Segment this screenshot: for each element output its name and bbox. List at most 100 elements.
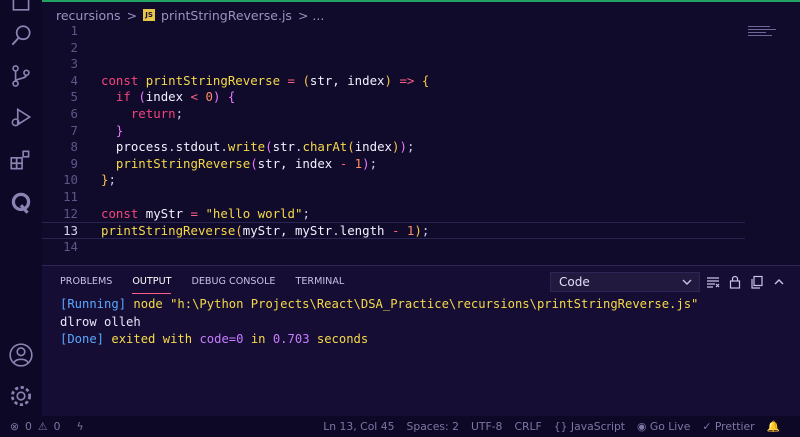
code-line: 5 if (index < 0) { bbox=[42, 89, 800, 106]
line-number: 5 bbox=[70, 89, 78, 105]
top-accent-bar bbox=[42, 0, 800, 2]
breadcrumb: recursions > JS printStringReverse.js > … bbox=[56, 6, 324, 24]
activity-bar: 1 bbox=[0, 0, 42, 416]
code-line: 6 return; bbox=[42, 106, 800, 123]
output-panel: PROBLEMS OUTPUT DEBUG CONSOLE TERMINAL C… bbox=[42, 265, 800, 416]
code-line: 9 printStringReverse(str, index - 1); bbox=[42, 156, 800, 173]
tab-output[interactable]: OUTPUT bbox=[132, 276, 172, 294]
elapsed-time: 0.703 bbox=[272, 332, 310, 346]
code-line-current: 13 printStringReverse(myStr, myStr.length… bbox=[42, 222, 745, 239]
status-bar: ⊗ 0 ⚠ 0 ϟ Ln 13, Col 45 Spaces: 2 UTF-8 … bbox=[0, 416, 800, 437]
go-live-label: Go Live bbox=[649, 420, 691, 433]
code-text: printStringReverse(myStr, myStr.length -… bbox=[101, 223, 430, 239]
done-text: seconds bbox=[316, 332, 369, 346]
clear-output-icon[interactable] bbox=[706, 274, 720, 288]
editor: recursions > JS printStringReverse.js > … bbox=[42, 0, 800, 265]
breadcrumb-folder[interactable]: recursions bbox=[56, 8, 121, 23]
prettier-button[interactable]: ✓ Prettier bbox=[702, 420, 754, 433]
breadcrumb-file[interactable]: printStringReverse.js bbox=[161, 8, 292, 23]
tab-terminal[interactable]: TERMINAL bbox=[295, 276, 344, 294]
js-file-icon: JS bbox=[143, 9, 156, 21]
code-line: 14 bbox=[42, 239, 800, 256]
code-line: 11 bbox=[42, 189, 800, 206]
line-number: 3 bbox=[70, 56, 78, 72]
line-number: 10 bbox=[63, 172, 78, 188]
panel-tabs: PROBLEMS OUTPUT DEBUG CONSOLE TERMINAL bbox=[60, 276, 364, 294]
output-line: dlrow olleh bbox=[60, 314, 141, 329]
code-editor[interactable]: 1 2 3 4 const printStringReverse = (str, … bbox=[42, 23, 800, 255]
code-line: 10}; bbox=[42, 172, 800, 189]
notifications-icon[interactable]: 🔔 bbox=[767, 420, 780, 433]
source-control-icon[interactable] bbox=[8, 63, 34, 89]
go-live-button[interactable]: ◉ Go Live bbox=[637, 420, 690, 433]
braces-icon: {} bbox=[553, 420, 568, 433]
done-text: in bbox=[250, 332, 266, 346]
breadcrumb-separator: > bbox=[126, 7, 138, 23]
line-number: 9 bbox=[70, 155, 78, 171]
code-text: if (index < 0) { bbox=[115, 89, 236, 105]
account-icon[interactable] bbox=[8, 342, 34, 368]
line-number: 12 bbox=[63, 205, 78, 221]
line-number: 6 bbox=[70, 105, 78, 121]
remote-icon[interactable] bbox=[8, 190, 34, 216]
line-number: 13 bbox=[63, 223, 78, 239]
code-line: 1 bbox=[42, 23, 800, 40]
tab-problems[interactable]: PROBLEMS bbox=[60, 276, 112, 294]
code-text: }; bbox=[101, 172, 116, 188]
done-text: exited with bbox=[111, 332, 193, 346]
run-debug-icon[interactable] bbox=[8, 104, 34, 130]
code-text: } bbox=[115, 122, 124, 138]
lock-icon[interactable] bbox=[728, 274, 742, 289]
settings-gear-icon[interactable] bbox=[8, 383, 34, 409]
warning-count: 0 bbox=[53, 420, 61, 433]
code-line: 12 const myStr = "hello world"; bbox=[42, 206, 800, 223]
line-number: 7 bbox=[70, 122, 78, 138]
output-text: [Running] node "h:\Python Projects\React… bbox=[60, 296, 698, 349]
language-mode[interactable]: {} JavaScript bbox=[554, 420, 625, 433]
line-number: 14 bbox=[63, 238, 78, 254]
running-command: node "h:\Python Projects\React\DSA_Pract… bbox=[133, 297, 699, 311]
tab-debug-console[interactable]: DEBUG CONSOLE bbox=[191, 276, 275, 294]
chevron-down-icon bbox=[681, 273, 693, 296]
line-number: 1 bbox=[70, 23, 78, 38]
panel-actions bbox=[706, 274, 786, 289]
error-count: 0 bbox=[25, 420, 32, 433]
line-number: 11 bbox=[63, 188, 78, 204]
output-line: [Running] node "h:\Python Projects\React… bbox=[60, 296, 698, 314]
indentation[interactable]: Spaces: 2 bbox=[406, 420, 458, 433]
check-icon: ✓ bbox=[702, 420, 712, 433]
lightning-icon[interactable]: ϟ bbox=[76, 420, 83, 433]
copy-icon[interactable] bbox=[750, 274, 764, 289]
code-line: 7 } bbox=[42, 123, 800, 140]
code-text: const printStringReverse = (str, index) … bbox=[101, 72, 430, 88]
output-line: [Done] exited with code=0 in 0.703 secon… bbox=[60, 331, 698, 349]
output-channel-value: Code bbox=[559, 275, 590, 289]
status-left[interactable]: ⊗ 0 ⚠ 0 ϟ bbox=[10, 420, 84, 433]
language-label: JavaScript bbox=[570, 420, 626, 433]
cursor-position[interactable]: Ln 13, Col 45 bbox=[323, 420, 394, 433]
exit-code: code=0 bbox=[199, 332, 244, 346]
running-tag: [Running] bbox=[60, 297, 127, 311]
extensions-icon[interactable] bbox=[8, 147, 34, 173]
done-tag: [Done] bbox=[60, 332, 105, 346]
output-channel-select[interactable]: Code bbox=[550, 272, 700, 292]
code-text: return; bbox=[130, 105, 184, 121]
code-line: 4 const printStringReverse = (str, index)… bbox=[42, 73, 800, 90]
warning-icon: ⚠ bbox=[37, 420, 48, 433]
prettier-label: Prettier bbox=[714, 420, 755, 433]
line-number: 8 bbox=[70, 139, 78, 155]
files-icon[interactable]: 1 bbox=[8, 0, 34, 12]
status-right: Ln 13, Col 45 Spaces: 2 UTF-8 CRLF {} Ja… bbox=[323, 420, 780, 433]
line-number: 4 bbox=[70, 72, 78, 88]
code-line: 8 process.stdout.write(str.charAt(index)… bbox=[42, 139, 800, 156]
code-text: process.stdout.write(str.charAt(index)); bbox=[115, 139, 415, 155]
chevron-up-icon[interactable] bbox=[772, 274, 786, 288]
code-line: 2 bbox=[42, 40, 800, 57]
encoding[interactable]: UTF-8 bbox=[471, 420, 502, 433]
code-text: printStringReverse(str, index - 1); bbox=[115, 155, 378, 171]
error-icon: ⊗ bbox=[10, 420, 20, 433]
line-endings[interactable]: CRLF bbox=[514, 420, 541, 433]
code-line: 3 bbox=[42, 56, 800, 73]
search-icon[interactable] bbox=[8, 23, 34, 49]
line-number: 2 bbox=[70, 39, 78, 55]
